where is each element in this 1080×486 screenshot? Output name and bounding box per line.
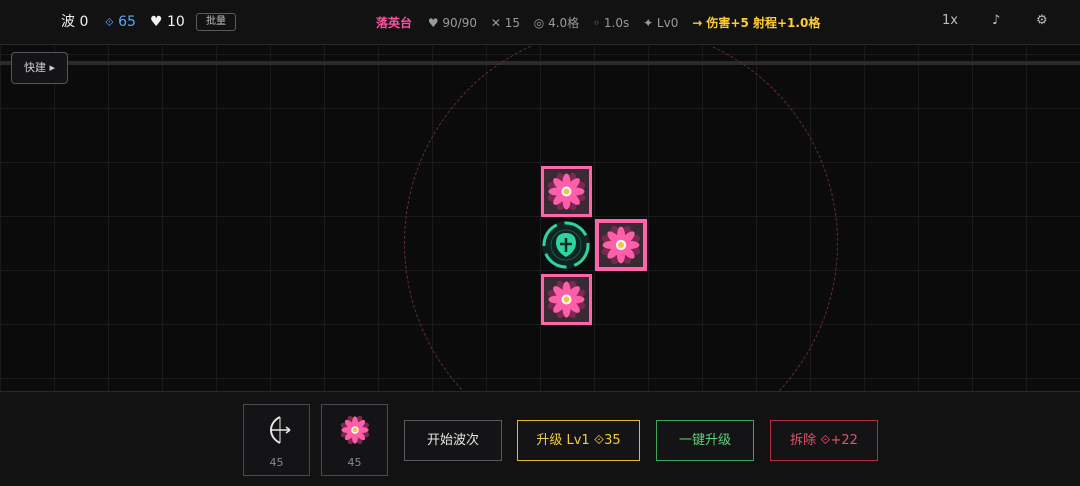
card-cost: 45 (269, 456, 284, 469)
top-hud: 波 0 ⟐ 65 ♥ 10 批量 落英台 ♥ 90/90 ✕ 15 ◎ 4.0格… (0, 0, 1080, 45)
speed-toggle[interactable]: 1x (942, 13, 958, 28)
core-base[interactable] (540, 219, 592, 271)
gold-counter: ⟐ 65 (105, 13, 136, 32)
sell-button[interactable]: 拆除 ⟐+22 (770, 420, 878, 461)
batch-button[interactable]: 批量 (196, 13, 236, 31)
flower-icon (601, 225, 641, 265)
tower-damage: ✕ 15 (490, 16, 520, 30)
gold-value: 65 (118, 14, 136, 30)
flower-tower-selected[interactable] (595, 219, 647, 271)
gem-icon: ⟐ (105, 16, 114, 29)
quick-build-button[interactable]: 快建 ▸ (11, 52, 68, 84)
tower-info: 落英台 ♥ 90/90 ✕ 15 ◎ 4.0格 ◦ 1.0s ✦ Lv0 → 伤… (376, 14, 820, 31)
start-wave-button[interactable]: 开始波次 (404, 420, 502, 461)
tower-range: ◎ 4.0格 (533, 16, 580, 30)
card-cost: 45 (347, 456, 362, 469)
build-bar: 45 45 开始波次 升级 Lv1 ⟐35 一键升级 拆除 ⟐+22 (0, 391, 1080, 486)
shield-icon (542, 221, 590, 269)
bow-icon (270, 416, 291, 444)
settings-icon[interactable]: ⚙ (1036, 13, 1048, 28)
build-card-archer[interactable]: 45 (243, 404, 310, 476)
upgrade-button[interactable]: 升级 Lv1 ⟐35 (517, 420, 640, 461)
game-field[interactable]: 快建 ▸ (0, 46, 1080, 391)
flower-tower[interactable] (541, 166, 592, 217)
tower-hp: ♥ 90/90 (427, 16, 477, 30)
build-card-flower[interactable]: 45 (321, 404, 388, 476)
wave-counter: 波 0 (61, 14, 89, 30)
upgrade-preview: → 伤害+5 射程+1.0格 (692, 16, 821, 30)
lives-counter: ♥ 10 (150, 14, 185, 30)
tower-name: 落英台 (376, 16, 413, 30)
flower-tower[interactable] (541, 274, 592, 325)
flower-icon (340, 415, 370, 445)
tower-cooldown: ◦ 1.0s (593, 16, 630, 30)
tower-level: ✦ Lv0 (643, 16, 679, 30)
flower-icon (547, 280, 586, 319)
upgrade-all-button[interactable]: 一键升级 (656, 420, 754, 461)
music-icon[interactable]: ♪ (992, 13, 1000, 28)
flower-icon (547, 172, 586, 211)
